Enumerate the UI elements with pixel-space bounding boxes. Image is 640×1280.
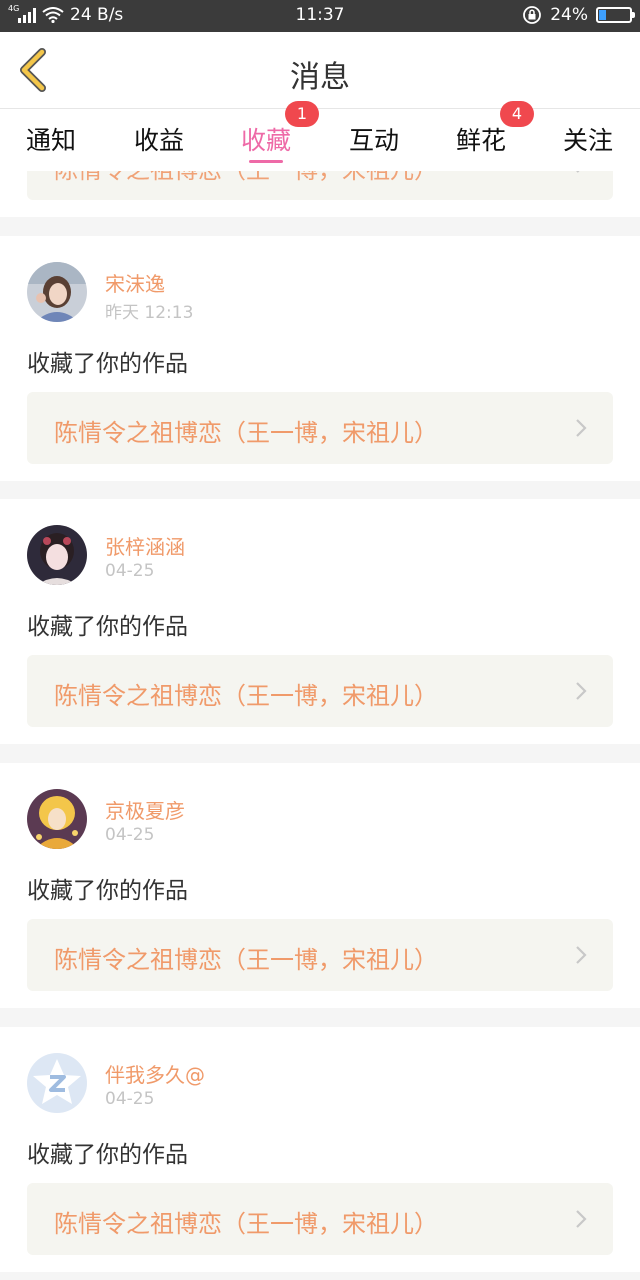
page-title: 消息 (290, 60, 350, 95)
timestamp: 04-25 (105, 825, 155, 845)
tab-earnings[interactable]: 收益 (134, 121, 184, 157)
chevron-right-icon (576, 1210, 587, 1228)
message-card: 张梓涵涵 04-25 收藏了你的作品 陈情令之祖博恋（王一博，宋祖儿） (0, 499, 640, 744)
avatar[interactable] (27, 1053, 87, 1113)
timestamp: 04-25 (105, 1089, 155, 1109)
chevron-right-icon (576, 171, 580, 173)
work-title: 陈情令之祖博恋（王一博，宋祖儿） (54, 171, 438, 185)
tab-flowers[interactable]: 鲜花 (456, 121, 506, 157)
timestamp: 昨天 12:13 (105, 303, 194, 323)
chevron-right-icon (576, 946, 587, 964)
status-bar: 4G 24 B/s 11:37 24% (0, 0, 640, 32)
status-right: 24% (522, 5, 635, 25)
chevron-right-icon (576, 419, 587, 437)
work-title: 陈情令之祖博恋（王一博，宋祖儿） (54, 946, 438, 974)
work-link[interactable]: 陈情令之祖博恋（王一博，宋祖儿） (27, 919, 613, 991)
work-title: 陈情令之祖博恋（王一博，宋祖儿） (54, 1210, 438, 1238)
action-text: 收藏了你的作品 (27, 878, 188, 904)
favorites-badge: 1 (285, 101, 319, 127)
message-card: 宋沫逸 昨天 12:13 收藏了你的作品 陈情令之祖博恋（王一博，宋祖儿） (0, 236, 640, 481)
avatar-photo (27, 789, 87, 849)
chevron-right-icon (576, 682, 587, 700)
default-avatar-icon (33, 1059, 81, 1104)
active-tab-indicator (249, 160, 283, 163)
action-text: 收藏了你的作品 (27, 1142, 188, 1168)
avatar-photo (27, 262, 87, 322)
avatar-photo (27, 525, 87, 585)
avatar[interactable] (27, 789, 87, 849)
battery-fill (599, 10, 607, 20)
avatar[interactable] (27, 262, 87, 322)
battery-percent: 24% (550, 5, 588, 25)
username[interactable]: 宋沫逸 (105, 268, 165, 297)
username[interactable]: 伴我多久@ (105, 1059, 205, 1088)
username[interactable]: 京极夏彦 (105, 795, 185, 824)
message-card: 京极夏彦 04-25 收藏了你的作品 陈情令之祖博恋（王一博，宋祖儿） (0, 763, 640, 1008)
flowers-badge: 4 (500, 101, 534, 127)
tab-notifications[interactable]: 通知 (26, 121, 76, 157)
work-link[interactable]: 陈情令之祖博恋（王一博，宋祖儿） (27, 171, 613, 200)
tab-interactions[interactable]: 互动 (349, 121, 399, 157)
message-card: 伴我多久@ 04-25 收藏了你的作品 陈情令之祖博恋（王一博，宋祖儿） (0, 1027, 640, 1272)
avatar[interactable] (27, 525, 87, 585)
timestamp: 04-25 (105, 561, 155, 581)
tab-favorites[interactable]: 收藏 (241, 121, 291, 157)
work-title: 陈情令之祖博恋（王一博，宋祖儿） (54, 682, 438, 710)
work-title: 陈情令之祖博恋（王一博，宋祖儿） (54, 419, 438, 447)
work-link[interactable]: 陈情令之祖博恋（王一博，宋祖儿） (27, 1183, 613, 1255)
tab-bar: 通知 收益 收藏 互动 鲜花 关注 1 4 (0, 101, 640, 171)
action-text: 收藏了你的作品 (27, 351, 188, 377)
battery-icon (596, 7, 635, 23)
action-text: 收藏了你的作品 (27, 614, 188, 640)
lock-rotation-icon (523, 6, 542, 24)
work-link[interactable]: 陈情令之祖博恋（王一博，宋祖儿） (27, 392, 613, 464)
partial-message-card: 陈情令之祖博恋（王一博，宋祖儿） (0, 171, 640, 217)
username[interactable]: 张梓涵涵 (105, 531, 185, 560)
app-header: 消息 (0, 32, 640, 109)
tab-following[interactable]: 关注 (563, 121, 613, 157)
work-link[interactable]: 陈情令之祖博恋（王一博，宋祖儿） (27, 655, 613, 727)
